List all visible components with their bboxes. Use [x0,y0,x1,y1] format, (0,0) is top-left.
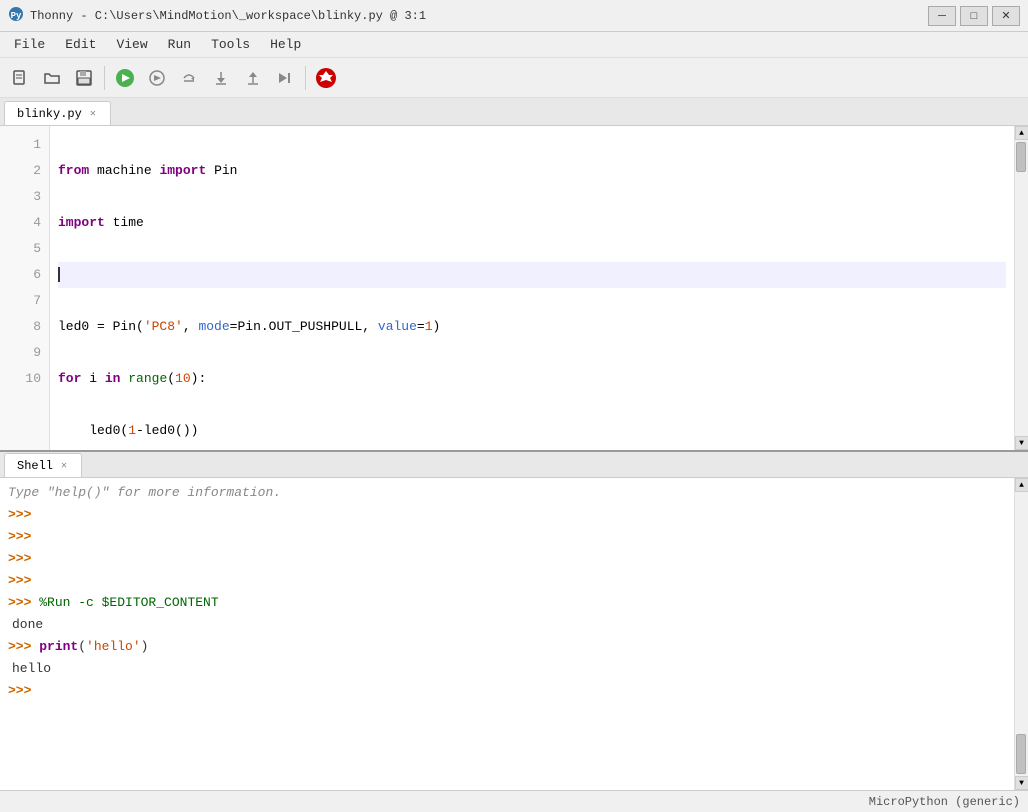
stop-button[interactable] [312,64,340,92]
line-num-4: 4 [0,210,49,236]
debug-button[interactable] [143,64,171,92]
shell-content: Type "help()" for more information. >>> … [0,478,1028,790]
line-num-7: 7 [0,288,49,314]
title-bar: Py Thonny - C:\Users\MindMotion\_workspa… [0,0,1028,32]
shell-print-line: >>> print('hello') [8,636,1006,658]
title-bar-left: Py Thonny - C:\Users\MindMotion\_workspa… [8,6,426,26]
shell-done-output: done [8,614,1006,636]
shell-print-fn: print [39,639,78,654]
shell-run-command: %Run -c $EDITOR_CONTENT [39,595,218,610]
shell-help-text: Type "help()" for more information. [8,485,281,500]
line-numbers: 1 2 3 4 5 6 7 8 9 10 [0,126,50,450]
shell-prompt-symbol-4: >>> [8,573,31,588]
shell-text[interactable]: Type "help()" for more information. >>> … [0,478,1014,790]
line-num-2: 2 [0,158,49,184]
code-content[interactable]: from machine import Pin import time led0… [50,126,1014,450]
line-num-3: 3 [0,184,49,210]
shell-prompt-2: >>> [8,526,1006,548]
shell-hello-output: hello [8,658,1006,680]
open-file-button[interactable] [38,64,66,92]
menu-tools[interactable]: Tools [201,35,260,54]
run-button[interactable] [111,64,139,92]
shell-output-done: done [12,617,43,632]
new-file-button[interactable] [6,64,34,92]
shell-scroll-thumb[interactable] [1016,734,1026,774]
menu-help[interactable]: Help [260,35,311,54]
line-num-5: 5 [0,236,49,262]
shell-tab[interactable]: Shell ✕ [4,453,82,477]
shell-scroll-up[interactable]: ▲ [1015,478,1028,492]
shell-info-line: Type "help()" for more information. [8,482,1006,504]
editor-tab-blinky[interactable]: blinky.py ✕ [4,101,111,125]
toolbar-sep-1 [104,66,105,90]
menu-edit[interactable]: Edit [55,35,106,54]
shell-scrollbar[interactable]: ▲ ▼ [1014,478,1028,790]
tab-close-icon[interactable]: ✕ [88,108,98,120]
svg-text:Py: Py [11,11,22,21]
shell-prompt-4: >>> [8,570,1006,592]
shell-prompt-symbol-1: >>> [8,507,31,522]
toolbar [0,58,1028,98]
step-out-button[interactable] [239,64,267,92]
step-into-button[interactable] [207,64,235,92]
line-num-9: 9 [0,340,49,366]
menu-bar: File Edit View Run Tools Help [0,32,1028,58]
title-bar-controls: ─ □ ✕ [928,6,1020,26]
shell-tab-bar: Shell ✕ [0,452,1028,478]
scroll-down-arrow[interactable]: ▼ [1015,436,1028,450]
shell-prompt-final: >>> [8,680,1006,702]
status-bar: MicroPython (generic) [0,790,1028,812]
shell-run-line: >>> %Run -c $EDITOR_CONTENT [8,592,1006,614]
code-line-4: led0 = Pin('PC8', mode=Pin.OUT_PUSHPULL,… [58,314,1006,340]
code-line-3 [58,262,1006,288]
shell-prompt-3: >>> [8,548,1006,570]
toolbar-sep-2 [305,66,306,90]
line-num-1: 1 [0,132,49,158]
menu-view[interactable]: View [106,35,157,54]
maximize-button[interactable]: □ [960,6,988,26]
tab-label: blinky.py [17,107,82,121]
line-num-6: 6 [0,262,49,288]
shell-prompt-final-symbol: >>> [8,683,31,698]
scroll-track[interactable] [1015,140,1028,436]
line-num-10: 10 [0,366,49,392]
editor-scrollbar[interactable]: ▲ ▼ [1014,126,1028,450]
code-line-2: import time [58,210,1006,236]
shell-tab-label: Shell [17,459,53,473]
resume-button[interactable] [271,64,299,92]
code-line-5: for i in range(10): [58,366,1006,392]
shell-output-hello: hello [12,661,51,676]
shell-tab-close-icon[interactable]: ✕ [59,460,69,472]
shell-print-prompt: >>> [8,639,31,654]
code-line-6: led0(1-led0()) [58,418,1006,444]
shell-panel: Shell ✕ Type "help()" for more informati… [0,450,1028,790]
step-over-button[interactable] [175,64,203,92]
shell-print-arg: 'hello' [86,639,141,654]
code-line-1: from machine import Pin [58,158,1006,184]
tab-bar: blinky.py ✕ [0,98,1028,126]
shell-prompt-symbol-2: >>> [8,529,31,544]
code-editor[interactable]: 1 2 3 4 5 6 7 8 9 10 from machine import… [0,126,1028,450]
window-title: Thonny - C:\Users\MindMotion\_workspace\… [30,9,426,23]
scroll-thumb[interactable] [1016,142,1026,172]
menu-file[interactable]: File [4,35,55,54]
shell-scroll-track[interactable] [1015,492,1028,776]
save-file-button[interactable] [70,64,98,92]
scroll-up-arrow[interactable]: ▲ [1015,126,1028,140]
close-button[interactable]: ✕ [992,6,1020,26]
app-icon: Py [8,6,24,26]
shell-run-prompt: >>> [8,595,31,610]
editor-container: 1 2 3 4 5 6 7 8 9 10 from machine import… [0,126,1028,450]
shell-prompt-symbol-3: >>> [8,551,31,566]
shell-prompt-1: >>> [8,504,1006,526]
menu-run[interactable]: Run [158,35,201,54]
shell-scroll-down[interactable]: ▼ [1015,776,1028,790]
interpreter-status: MicroPython (generic) [869,795,1020,809]
line-num-8: 8 [0,314,49,340]
minimize-button[interactable]: ─ [928,6,956,26]
